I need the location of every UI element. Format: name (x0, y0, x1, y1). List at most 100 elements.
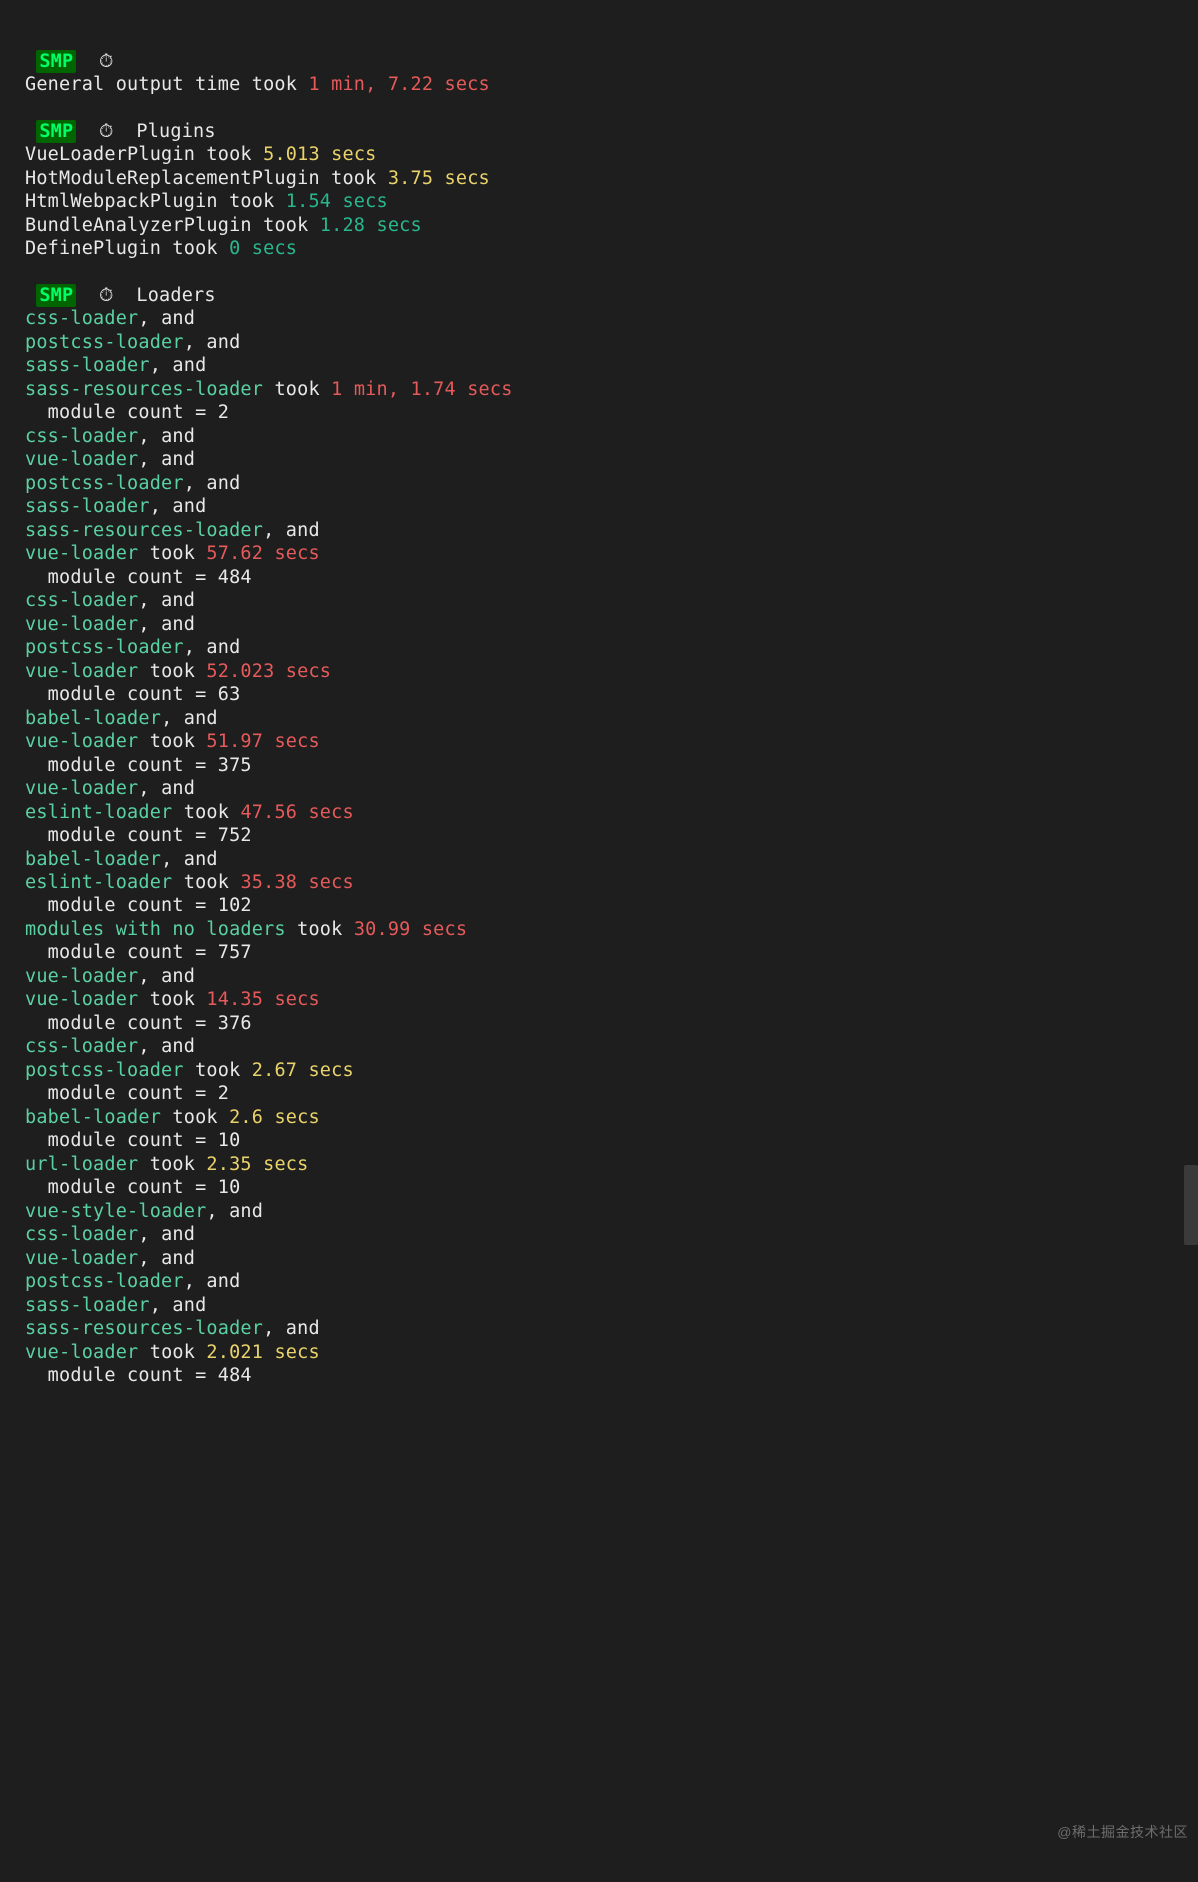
loader-time: 52.023 secs (206, 661, 331, 682)
scrollbar-thumb[interactable] (1184, 1165, 1198, 1245)
and-suffix: , and (184, 332, 241, 353)
took-word: took (138, 1154, 206, 1175)
module-count-label: module count = (25, 1083, 218, 1104)
terminal-line: vue-loader, and (25, 777, 1198, 800)
section-header-loaders: SMP ⏱ Loaders (25, 284, 1198, 307)
terminal-line: vue-loader, and (25, 1247, 1198, 1270)
and-suffix: , and (138, 590, 195, 611)
and-suffix: , and (138, 1224, 195, 1245)
loader-name: sass-resources-loader (25, 1318, 263, 1339)
stopwatch-icon: ⏱ (99, 121, 114, 142)
terminal-line: sass-resources-loader, and (25, 519, 1198, 542)
module-count-label: module count = (25, 1365, 218, 1386)
module-count-value: 484 (218, 1365, 252, 1386)
loader-time: 47.56 secs (240, 802, 353, 823)
loader-name: sass-resources-loader (25, 379, 263, 400)
module-count-value: 63 (218, 684, 241, 705)
terminal-line: module count = 752 (25, 824, 1198, 847)
terminal-line: module count = 10 (25, 1176, 1198, 1199)
loader-name: sass-loader (25, 496, 150, 517)
loader-name: postcss-loader (25, 473, 184, 494)
and-suffix: , and (138, 1036, 195, 1057)
module-count-value: 10 (218, 1177, 241, 1198)
loader-name: postcss-loader (25, 637, 184, 658)
loader-time: 30.99 secs (354, 919, 467, 940)
plugin-time: 5.013 secs (263, 144, 376, 165)
terminal-line: module count = 484 (25, 566, 1198, 589)
module-count-label: module count = (25, 1013, 218, 1034)
terminal-line: vue-loader, and (25, 613, 1198, 636)
terminal-line: General output time took 1 min, 7.22 sec… (25, 73, 1198, 96)
loader-name: css-loader (25, 426, 138, 447)
terminal-line: vue-style-loader, and (25, 1200, 1198, 1223)
took-word: took (161, 1107, 229, 1128)
loader-time: 2.67 secs (252, 1060, 354, 1081)
and-suffix: , and (138, 966, 195, 987)
terminal-output: SMP ⏱General output time took 1 min, 7.2… (0, 0, 1198, 1388)
terminal-line: vue-loader took 57.62 secs (25, 542, 1198, 565)
loader-name: vue-loader (25, 731, 138, 752)
module-count-value: 484 (218, 567, 252, 588)
section-header-plugins: SMP ⏱ Plugins (25, 120, 1198, 143)
plugin-name: VueLoaderPlugin (25, 144, 195, 165)
terminal-line: postcss-loader, and (25, 331, 1198, 354)
terminal-line: module count = 2 (25, 1082, 1198, 1105)
terminal-line: module count = 484 (25, 1364, 1198, 1387)
module-count-label: module count = (25, 567, 218, 588)
loader-name: url-loader (25, 1154, 138, 1175)
terminal-line: babel-loader, and (25, 707, 1198, 730)
loader-name: vue-loader (25, 989, 138, 1010)
terminal-line: css-loader, and (25, 589, 1198, 612)
loader-name: babel-loader (25, 1107, 161, 1128)
loader-time: 1 min, 1.74 secs (331, 379, 512, 400)
and-suffix: , and (138, 614, 195, 635)
plugin-name: HtmlWebpackPlugin (25, 191, 218, 212)
terminal-line: BundleAnalyzerPlugin took 1.28 secs (25, 214, 1198, 237)
module-count-label: module count = (25, 825, 218, 846)
module-count-value: 2 (218, 402, 229, 423)
and-suffix: , and (138, 449, 195, 470)
and-suffix: , and (138, 778, 195, 799)
module-count-label: module count = (25, 755, 218, 776)
took-word: took (320, 168, 388, 189)
and-suffix: , and (263, 1318, 320, 1339)
module-count-value: 2 (218, 1083, 229, 1104)
smp-badge: SMP (36, 120, 76, 143)
terminal-line: module count = 63 (25, 683, 1198, 706)
plugin-time: 3.75 secs (388, 168, 490, 189)
terminal-line: css-loader, and (25, 307, 1198, 330)
terminal-line: sass-resources-loader, and (25, 1317, 1198, 1340)
loader-name: sass-loader (25, 355, 150, 376)
plugin-name: HotModuleReplacementPlugin (25, 168, 320, 189)
loader-name: eslint-loader (25, 872, 172, 893)
took-word: took (161, 238, 229, 259)
module-count-value: 752 (218, 825, 252, 846)
stopwatch-icon: ⏱ (99, 51, 114, 72)
loader-name: babel-loader (25, 708, 161, 729)
terminal-line: module count = 2 (25, 401, 1198, 424)
terminal-line: babel-loader, and (25, 848, 1198, 871)
loader-name: css-loader (25, 308, 138, 329)
plugin-time: 0 secs (229, 238, 297, 259)
module-count-value: 102 (218, 895, 252, 916)
loader-name: babel-loader (25, 849, 161, 870)
terminal-line: sass-loader, and (25, 495, 1198, 518)
terminal-line: css-loader, and (25, 425, 1198, 448)
loaders-heading: Loaders (114, 285, 216, 306)
loader-name: css-loader (25, 590, 138, 611)
terminal-line: vue-loader, and (25, 448, 1198, 471)
loader-name: sass-resources-loader (25, 520, 263, 541)
terminal-line: vue-loader took 14.35 secs (25, 988, 1198, 1011)
took-word: took (138, 543, 206, 564)
loader-name: sass-loader (25, 1295, 150, 1316)
module-count-value: 376 (218, 1013, 252, 1034)
took-word: took (172, 802, 240, 823)
terminal-line: postcss-loader, and (25, 1270, 1198, 1293)
general-output-label: General output time took (25, 74, 308, 95)
loader-name: vue-loader (25, 543, 138, 564)
loader-name: vue-loader (25, 1248, 138, 1269)
watermark-text: @稀土掘金技术社区 (1057, 1824, 1188, 1842)
and-suffix: , and (184, 1271, 241, 1292)
loader-time: 2.35 secs (206, 1154, 308, 1175)
terminal-line: css-loader, and (25, 1035, 1198, 1058)
